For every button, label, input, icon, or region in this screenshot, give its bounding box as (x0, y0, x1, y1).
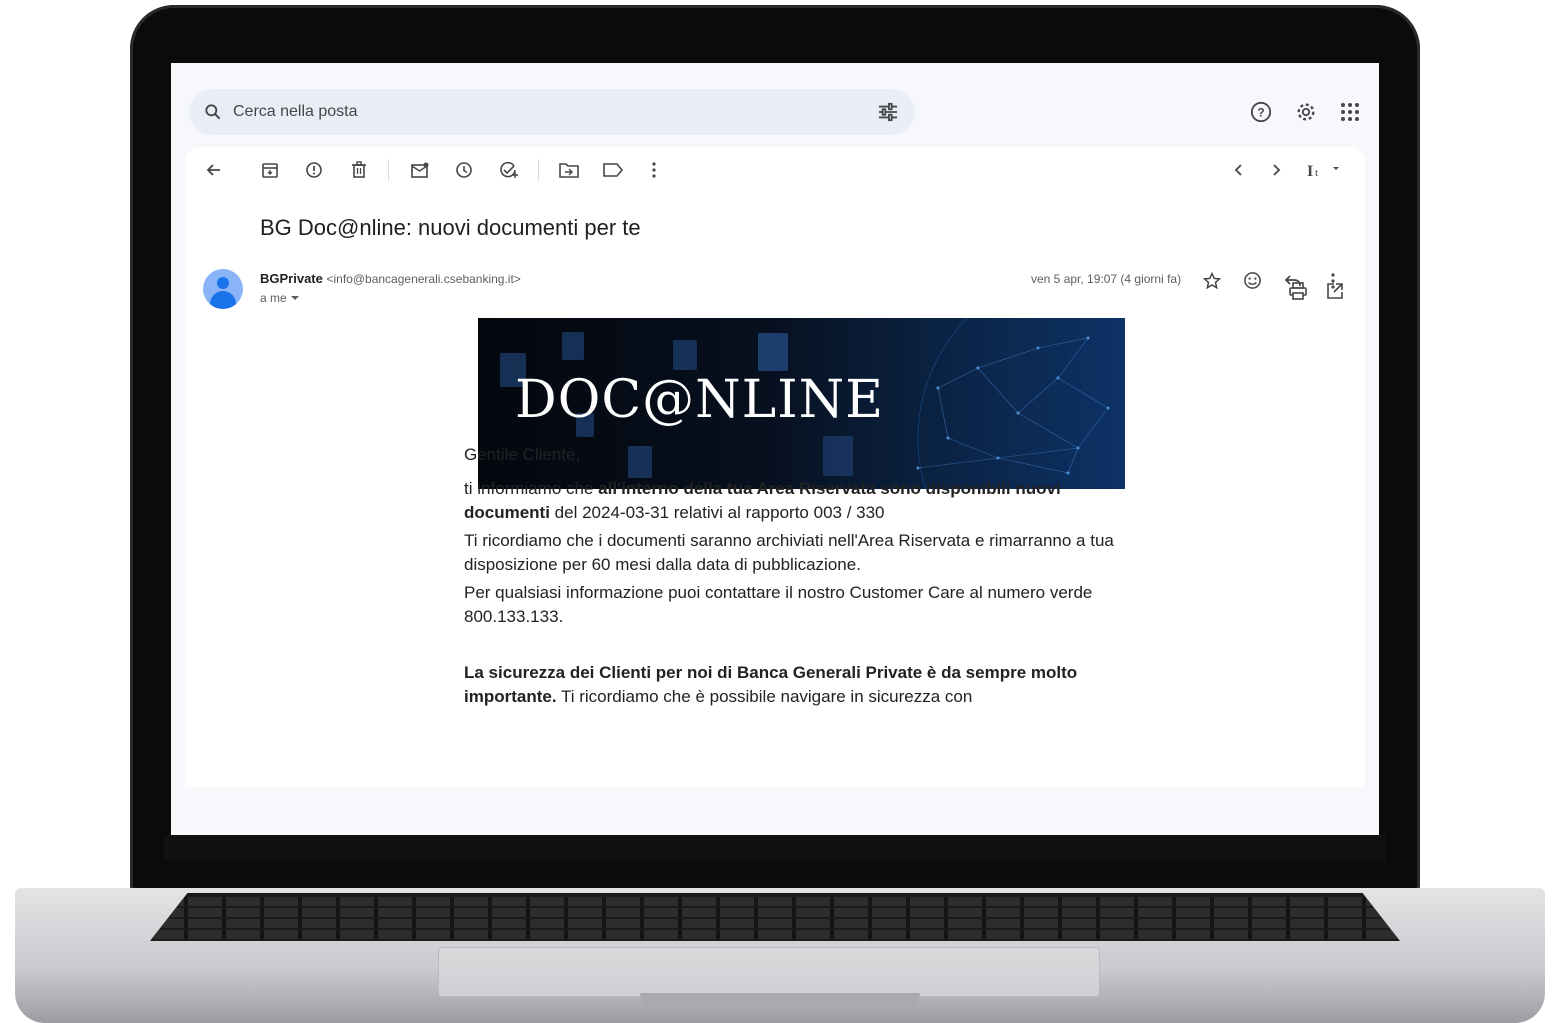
sender-name[interactable]: BGPrivate (260, 271, 323, 286)
more-vert-icon[interactable] (643, 159, 665, 181)
laptop-chin (164, 835, 1386, 861)
emoji-reaction-icon[interactable] (1243, 271, 1262, 290)
search-icon[interactable] (203, 102, 223, 122)
laptop-base-notch (640, 993, 920, 1005)
label-icon[interactable] (602, 159, 624, 181)
mark-unread-icon[interactable] (409, 159, 431, 181)
gmail-screen: Cerca nella posta ? I t BG Doc@nline: nu… (171, 63, 1379, 835)
recipient-toggle[interactable]: a me (260, 291, 300, 305)
recipient-label: a me (260, 291, 287, 305)
settings-icon[interactable] (1295, 101, 1317, 123)
banner-title: DOC@NLINE (515, 370, 885, 430)
report-spam-icon[interactable] (303, 159, 325, 181)
sender-email: <info@bancagenerali.csebanking.it> (326, 272, 521, 286)
email-subject: BG Doc@nline: nuovi documenti per te (260, 215, 641, 240)
search-options-icon[interactable] (877, 102, 899, 122)
laptop-keyboard (150, 893, 1400, 941)
email-body: Gentile Cliente, ti informiamo che all'i… (464, 443, 1124, 713)
star-icon[interactable] (1203, 272, 1221, 290)
chevron-right-icon[interactable] (1266, 159, 1288, 181)
reply-icon[interactable] (1284, 273, 1302, 289)
greeting: Gentile Cliente, (464, 445, 581, 464)
search-input[interactable]: Cerca nella posta (233, 103, 358, 121)
paragraph-contact: Per qualsiasi informazione puoi contatta… (464, 583, 1093, 626)
avatar[interactable] (203, 269, 243, 309)
paragraph-security: La sicurezza dei Clienti per noi di Banc… (464, 663, 1078, 706)
more-vert-icon[interactable] (1331, 273, 1335, 289)
svg-text:?: ? (1257, 106, 1264, 120)
paragraph-archive: Ti ricordiamo che i documenti saranno ar… (464, 531, 1114, 574)
chevron-left-icon[interactable] (1227, 159, 1249, 181)
move-to-icon[interactable] (558, 159, 580, 181)
add-task-icon[interactable] (498, 159, 520, 181)
open-new-window-icon[interactable] (1326, 282, 1344, 300)
svg-text:t: t (1315, 167, 1318, 178)
svg-text:I: I (1307, 163, 1313, 178)
trackpad (438, 947, 1100, 997)
apps-grid-icon[interactable] (1340, 102, 1360, 122)
back-arrow-icon[interactable] (203, 159, 225, 181)
email-date: ven 5 apr, 19:07 (4 giorni fa) (1031, 272, 1182, 286)
caret-down-icon (291, 296, 300, 300)
input-tools-icon[interactable]: It (1303, 159, 1345, 181)
toolbar-divider (538, 159, 539, 181)
help-icon[interactable]: ? (1250, 101, 1272, 123)
paragraph-documents: ti informiamo che all'interno della tua … (464, 479, 1061, 522)
toolbar-divider (388, 159, 389, 181)
snooze-icon[interactable] (453, 159, 475, 181)
delete-icon[interactable] (348, 159, 370, 181)
sender-line: BGPrivate <info@bancagenerali.csebanking… (260, 271, 521, 286)
search-bar[interactable]: Cerca nella posta (189, 89, 915, 135)
archive-icon[interactable] (259, 159, 281, 181)
